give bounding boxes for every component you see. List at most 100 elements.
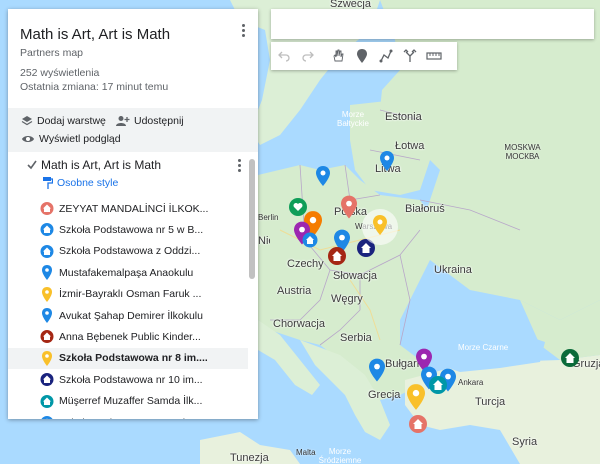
add-marker-icon[interactable]	[351, 44, 373, 68]
layer-item-label: Szkoła Podstawowa nr 5 w B...	[59, 224, 204, 237]
undo-icon[interactable]	[273, 44, 295, 68]
label-belarus: Białoruś	[405, 203, 445, 215]
layer-item-label: Szkoła Podstawowa z Oddzi...	[59, 245, 201, 258]
label-turkey: Turcja	[475, 396, 506, 408]
add-person-icon	[116, 116, 130, 126]
layer-item[interactable]: ZEYYAT MANDALİNCİ İLKOK...	[8, 198, 248, 219]
layer-item[interactable]: Avukat Şahap Demirer İlkokulu	[8, 305, 248, 326]
map-pin-blue[interactable]	[380, 151, 394, 171]
map-pin-red[interactable]	[341, 195, 357, 219]
pin-marker-icon	[42, 286, 52, 302]
layer-item-label: Anna Bębenek Public Kinder...	[59, 331, 201, 344]
layer-item-label: Szkoła Podstawowa nr 10 im...	[59, 373, 203, 386]
map-pin-green-home[interactable]	[560, 348, 580, 368]
pin-marker-icon	[42, 350, 52, 366]
label-austria: Austria	[277, 285, 312, 297]
home-marker-icon	[40, 244, 54, 258]
layer-item[interactable]: Szkoła Podstawowa nr 39 im...	[8, 412, 248, 419]
home-marker-icon	[40, 373, 54, 387]
panel-actions: Dodaj warstwę Udostępnij Wyświetl podglą…	[8, 108, 258, 152]
layer-item[interactable]: Szkoła Podstawowa nr 10 im...	[8, 369, 248, 390]
label-black-sea: Morze Czarne	[458, 343, 509, 352]
label-germany: Niemcy	[258, 235, 270, 247]
map-pin-blue-home[interactable]	[302, 232, 318, 248]
layer-name[interactable]: Math is Art, Art is Math	[41, 158, 161, 172]
map-pin-red-home[interactable]	[408, 414, 428, 434]
draw-line-icon[interactable]	[375, 44, 397, 68]
label-croatia: Chorwacja	[273, 318, 325, 330]
home-marker-icon	[40, 394, 54, 408]
layer-item-label: Avukat Şahap Demirer İlkokulu	[59, 309, 203, 322]
layer-item[interactable]: Anna Bębenek Public Kinder...	[8, 326, 248, 347]
label-syria: Syria	[512, 436, 538, 448]
panel-scrollbar[interactable]	[249, 159, 255, 279]
share-button[interactable]: Udostępnij	[116, 115, 184, 127]
hand-icon[interactable]	[327, 44, 349, 68]
label-hungary: Węgry	[331, 293, 363, 305]
map-last-changed: Ostatnia zmiana: 17 minut temu	[20, 81, 169, 93]
layer-item-label: İzmir-Bayraklı Osman Faruk ...	[59, 288, 202, 301]
label-tunisia: Tunezja	[230, 452, 269, 464]
layer-items-list: ZEYYAT MANDALİNCİ İLKOK... Szkoła Podstaw…	[8, 198, 248, 419]
layer-item[interactable]: Szkoła Podstawowa nr 5 w B...	[8, 219, 248, 240]
home-marker-icon	[41, 415, 53, 419]
map-pin-blue[interactable]	[369, 358, 385, 382]
redo-icon[interactable]	[297, 44, 319, 68]
layer-item[interactable]: Mustafakemalpaşa Anaokulu	[8, 262, 248, 283]
pin-marker-icon	[42, 265, 52, 281]
layer-item-label: Szkoła Podstawowa nr 8 im....	[59, 352, 207, 365]
map-views: 252 wyświetlenia	[20, 67, 100, 79]
search-box[interactable]	[271, 9, 594, 39]
directions-icon[interactable]	[399, 44, 421, 68]
label-serbia: Serbia	[340, 332, 372, 344]
map-title[interactable]: Math is Art, Art is Math	[20, 26, 170, 43]
label-ukraine: Ukraina	[434, 264, 472, 276]
map-pin-yellow-selected[interactable]	[361, 208, 399, 246]
share-label: Udostępnij	[134, 115, 184, 127]
layer-style-label: Osobne style	[57, 177, 119, 189]
map-pin-teal-home[interactable]	[428, 375, 448, 395]
label-czech: Czechy	[287, 258, 324, 270]
label-estonia: Estonia	[385, 111, 422, 123]
label-ankara: Ankara	[458, 378, 484, 387]
pin-marker-icon	[42, 307, 52, 323]
add-layer-button[interactable]: Dodaj warstwę	[21, 115, 106, 127]
preview-button[interactable]: Wyświetl podgląd	[21, 133, 121, 145]
label-baltic-sea: Morze Bałtyckie	[336, 110, 369, 128]
home-marker-icon	[40, 223, 54, 237]
label-greece: Grecja	[368, 389, 401, 401]
home-marker-icon	[40, 330, 54, 344]
more-options-icon[interactable]	[237, 22, 249, 40]
measure-icon[interactable]	[423, 44, 445, 68]
layer-item[interactable]: İzmir-Bayraklı Osman Faruk ...	[8, 284, 248, 305]
label-berlin: Berlin	[258, 213, 279, 222]
map-legend-panel: Math is Art, Art is Math Partners map 25…	[8, 9, 258, 419]
layer-header: Math is Art, Art is Math Osobne style	[8, 152, 258, 198]
layer-item[interactable]: Müşerref Muzaffer Samda İlk...	[8, 391, 248, 412]
layer-visibility-checkbox[interactable]	[26, 159, 38, 171]
layers-icon	[21, 116, 33, 126]
label-mediterranean: Morze Śródziemne	[318, 447, 362, 464]
layer-options-icon[interactable]	[233, 157, 245, 173]
label-moscow: MOSKWA МОСКВА	[504, 143, 541, 161]
panel-header: Math is Art, Art is Math Partners map 25…	[8, 9, 258, 108]
home-marker-icon	[40, 202, 54, 215]
map-description[interactable]: Partners map	[20, 47, 83, 59]
paint-roller-icon	[43, 177, 53, 189]
layer-style-link[interactable]: Osobne style	[43, 177, 118, 189]
layer-item[interactable]: Szkoła Podstawowa z Oddzi...	[8, 241, 248, 262]
add-layer-label: Dodaj warstwę	[37, 115, 106, 127]
layer-item[interactable]: Szkoła Podstawowa nr 8 im....	[8, 347, 248, 370]
map-pin-yellow[interactable]	[407, 384, 425, 410]
label-malta: Malta	[296, 448, 316, 457]
layer-item-label: ZEYYAT MANDALİNCİ İLKOK...	[59, 202, 209, 215]
label-slovakia: Słowacja	[333, 270, 378, 282]
preview-label: Wyświetl podgląd	[39, 133, 121, 145]
layer-item-label: Szkoła Podstawowa nr 39 im...	[59, 417, 209, 419]
label-latvia: Łotwa	[395, 140, 425, 152]
layer-item-label: Mustafakemalpaşa Anaokulu	[59, 266, 194, 279]
eye-icon	[22, 136, 34, 142]
map-pin-blue[interactable]	[316, 166, 330, 186]
layer-item-label: Müşerref Muzaffer Samda İlk...	[59, 395, 203, 408]
map-pin-darkred-home[interactable]	[327, 246, 347, 266]
